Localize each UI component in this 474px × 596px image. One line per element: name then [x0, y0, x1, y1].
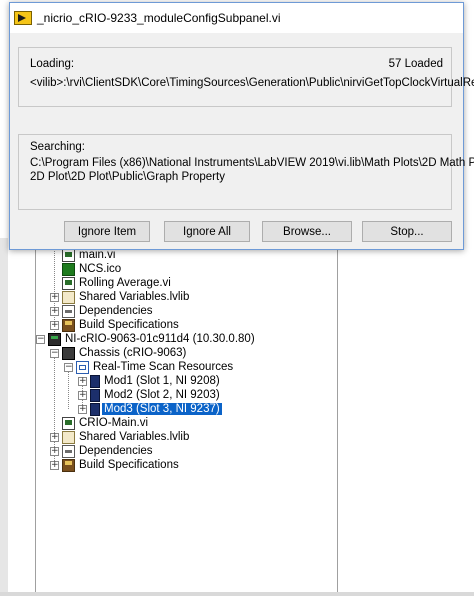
expand-toggle-icon[interactable]: +: [50, 292, 59, 302]
tree-item-label: Mod3 (Slot 3, NI 9237): [102, 403, 222, 415]
tree-item-label: CRIO-Main.vi: [79, 417, 149, 429]
tree-item-label: main.vi: [79, 249, 116, 261]
tree-item-label: Mod2 (Slot 2, NI 9203): [104, 389, 220, 401]
tree-item-scan-resources[interactable]: − Real-Time Scan Resources: [64, 360, 233, 374]
chassis-icon: [62, 346, 75, 360]
collapse-toggle-icon[interactable]: −: [36, 334, 45, 344]
tree-item-build-specifications[interactable]: + Build Specifications: [50, 318, 179, 332]
tree-item-label: Shared Variables.lvlib: [79, 291, 190, 303]
tree-item-label: Shared Variables.lvlib: [79, 431, 190, 443]
searching-label: Searching:: [30, 141, 85, 153]
tree-item-label: NCS.ico: [79, 263, 122, 275]
tree-item-chassis[interactable]: − Chassis (cRIO-9063): [50, 346, 186, 360]
build-icon: [62, 318, 75, 332]
loaded-count: 57 Loaded: [388, 58, 443, 70]
tree-item-label: Mod1 (Slot 1, NI 9208): [104, 375, 220, 387]
searching-group: Searching: C:\Program Files (x86)\Nation…: [18, 134, 474, 210]
expand-toggle-icon[interactable]: +: [78, 390, 87, 400]
dependencies-icon: [62, 304, 75, 318]
loading-dialog: _nicrio_cRIO-9233_moduleConfigSubpanel.v…: [9, 2, 474, 250]
browse-button[interactable]: Browse...: [262, 221, 352, 242]
tree-item-label: Dependencies: [79, 445, 153, 457]
tree-item-crio-target[interactable]: − NI-cRIO-9063-01c911d4 (10.30.0.80): [36, 332, 255, 346]
tree-item-mod2[interactable]: + Mod2 (Slot 2, NI 9203): [78, 388, 220, 402]
module-icon: [90, 402, 100, 416]
tree-item-rolling-average[interactable]: Rolling Average.vi: [62, 276, 171, 290]
tree-item-label: Dependencies: [79, 305, 153, 317]
ignore-all-button[interactable]: Ignore All: [164, 221, 250, 242]
tree-item-ncs-ico[interactable]: NCS.ico: [62, 262, 121, 276]
dialog-title: _nicrio_cRIO-9233_moduleConfigSubpanel.v…: [37, 11, 281, 25]
tree-item-dependencies-2[interactable]: + Dependencies: [50, 444, 153, 458]
module-icon: [90, 388, 100, 402]
expand-toggle-icon[interactable]: +: [50, 460, 59, 470]
tree-item-label: Build Specifications: [79, 319, 179, 331]
target-icon: [48, 332, 61, 346]
bottom-border: [0, 592, 474, 596]
searching-path-line-1: C:\Program Files (x86)\National Instrume…: [30, 157, 474, 169]
ignore-item-button[interactable]: Ignore Item: [64, 221, 150, 242]
expand-toggle-icon[interactable]: +: [78, 376, 87, 386]
ico-file-icon: [62, 262, 75, 276]
tree-item-dependencies[interactable]: + Dependencies: [50, 304, 153, 318]
tree-item-shared-variables[interactable]: + Shared Variables.lvlib: [50, 290, 189, 304]
expand-toggle-icon[interactable]: +: [50, 306, 59, 316]
vi-icon: [62, 416, 75, 430]
tree-item-mod3[interactable]: + Mod3 (Slot 3, NI 9237): [78, 402, 222, 416]
dependencies-icon: [62, 444, 75, 458]
vi-icon: [62, 248, 75, 262]
tree-item-main-vi[interactable]: main.vi: [62, 248, 115, 262]
labview-icon: [14, 11, 32, 25]
build-icon: [62, 458, 75, 472]
tree-item-mod1[interactable]: + Mod1 (Slot 1, NI 9208): [78, 374, 220, 388]
expand-toggle-icon[interactable]: +: [78, 404, 87, 414]
searching-path-line-2: 2D Plot\2D Plot\Public\Graph Property: [30, 171, 225, 183]
expand-toggle-icon[interactable]: +: [50, 432, 59, 442]
loading-group: Loading: 57 Loaded <vilib>:\rvi\ClientSD…: [18, 47, 474, 107]
stop-button[interactable]: Stop...: [362, 221, 452, 242]
collapse-toggle-icon[interactable]: −: [50, 348, 59, 358]
tree-item-label: Rolling Average.vi: [79, 277, 171, 289]
collapse-toggle-icon[interactable]: −: [64, 362, 73, 372]
tree-item-label: Chassis (cRIO-9063): [79, 347, 187, 359]
expand-toggle-icon[interactable]: +: [50, 320, 59, 330]
scan-resources-icon: [76, 360, 89, 374]
left-scrollbar[interactable]: [0, 238, 8, 592]
tree-item-label: Real-Time Scan Resources: [93, 361, 234, 373]
tree-item-build-specifications-2[interactable]: + Build Specifications: [50, 458, 179, 472]
dialog-titlebar[interactable]: _nicrio_cRIO-9233_moduleConfigSubpanel.v…: [10, 3, 463, 33]
expand-toggle-icon[interactable]: +: [50, 446, 59, 456]
lvlib-icon: [62, 290, 75, 304]
loading-path: <vilib>:\rvi\ClientSDK\Core\TimingSource…: [30, 77, 474, 89]
tree-item-label: NI-cRIO-9063-01c911d4 (10.30.0.80): [65, 333, 255, 345]
project-tree-panel: main.vi NCS.ico Rolling Average.vi + Sha…: [35, 238, 338, 594]
lvlib-icon: [62, 430, 75, 444]
tree-item-label: Build Specifications: [79, 459, 179, 471]
vi-icon: [62, 276, 75, 290]
loading-label: Loading:: [30, 58, 75, 70]
tree-item-crio-main-vi[interactable]: CRIO-Main.vi: [62, 416, 148, 430]
module-icon: [90, 374, 100, 388]
tree-item-shared-variables-2[interactable]: + Shared Variables.lvlib: [50, 430, 189, 444]
